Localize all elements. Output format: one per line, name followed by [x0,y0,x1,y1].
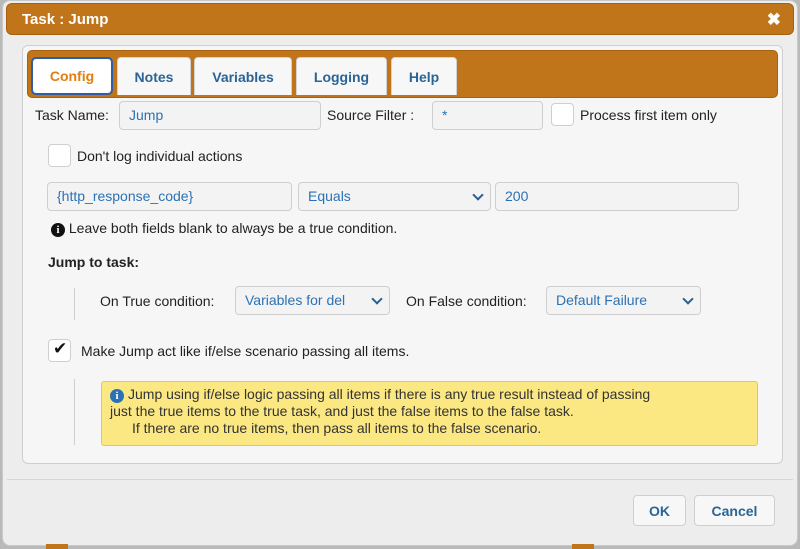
condition-operator-select[interactable]: Equals [298,182,491,211]
jump-to-task-heading: Jump to task: [48,254,140,270]
indent-line [74,379,75,445]
ifelse-checkbox[interactable]: ✔ [48,339,71,362]
task-name-input[interactable]: Jump [119,101,321,130]
on-false-value: Default Failure [556,292,648,308]
source-filter-input[interactable]: * [432,101,543,130]
note-line-3: If there are no true items, then pass al… [132,420,542,436]
condition-right-input[interactable]: 200 [495,182,739,211]
tab-config[interactable]: Config [31,57,113,95]
condition-hint: i Leave both fields blank to always be a… [51,220,397,237]
task-dialog: Task : Jump ✖ Config Notes Variables Log… [2,0,798,546]
on-true-value: Variables for del [245,292,346,308]
task-name-label: Task Name: [35,107,109,123]
on-false-select[interactable]: Default Failure [546,286,701,315]
source-filter-label: Source Filter : [327,107,415,123]
ifelse-info-note: i Jump using if/else logic passing all it… [101,381,758,446]
info-icon: i [110,389,124,403]
dialog-titlebar[interactable]: Task : Jump ✖ [6,3,794,35]
note-line-2: just the true items to the true task, an… [110,403,574,419]
dialog-title: Task : Jump [22,11,109,28]
note-text-1: Jump using if/else logic passing all ite… [128,386,651,402]
tab-help[interactable]: Help [391,57,457,95]
process-first-label: Process first item only [580,107,717,123]
ifelse-label: Make Jump act like if/else scenario pass… [81,343,410,359]
chevron-down-icon [472,189,484,201]
on-false-label: On False condition: [406,293,527,309]
note-line-1: i Jump using if/else logic passing all it… [110,386,749,403]
cancel-button[interactable]: Cancel [694,495,775,526]
on-true-label: On True condition: [100,293,215,309]
indent-line [74,288,75,320]
checkmark-icon: ✔ [53,339,68,358]
on-true-select[interactable]: Variables for del [235,286,390,315]
background-window-edge [46,544,68,549]
condition-left-input[interactable]: {http_response_code} [47,182,292,211]
close-icon[interactable]: ✖ [767,10,781,30]
process-first-checkbox[interactable] [551,103,574,126]
info-icon: i [51,223,65,237]
chevron-down-icon [682,293,694,305]
tab-logging[interactable]: Logging [296,57,387,95]
dont-log-label: Don't log individual actions [77,148,243,164]
tab-bar: Config Notes Variables Logging Help [27,50,778,98]
dont-log-checkbox[interactable] [48,144,71,167]
tab-variables[interactable]: Variables [194,57,292,95]
condition-hint-text: Leave both fields blank to always be a t… [68,220,398,236]
tab-notes[interactable]: Notes [117,57,191,95]
footer-divider [7,479,793,480]
background-window-edge [572,544,594,549]
condition-operator-value: Equals [308,188,351,204]
ok-button[interactable]: OK [633,495,686,526]
chevron-down-icon [371,293,383,305]
